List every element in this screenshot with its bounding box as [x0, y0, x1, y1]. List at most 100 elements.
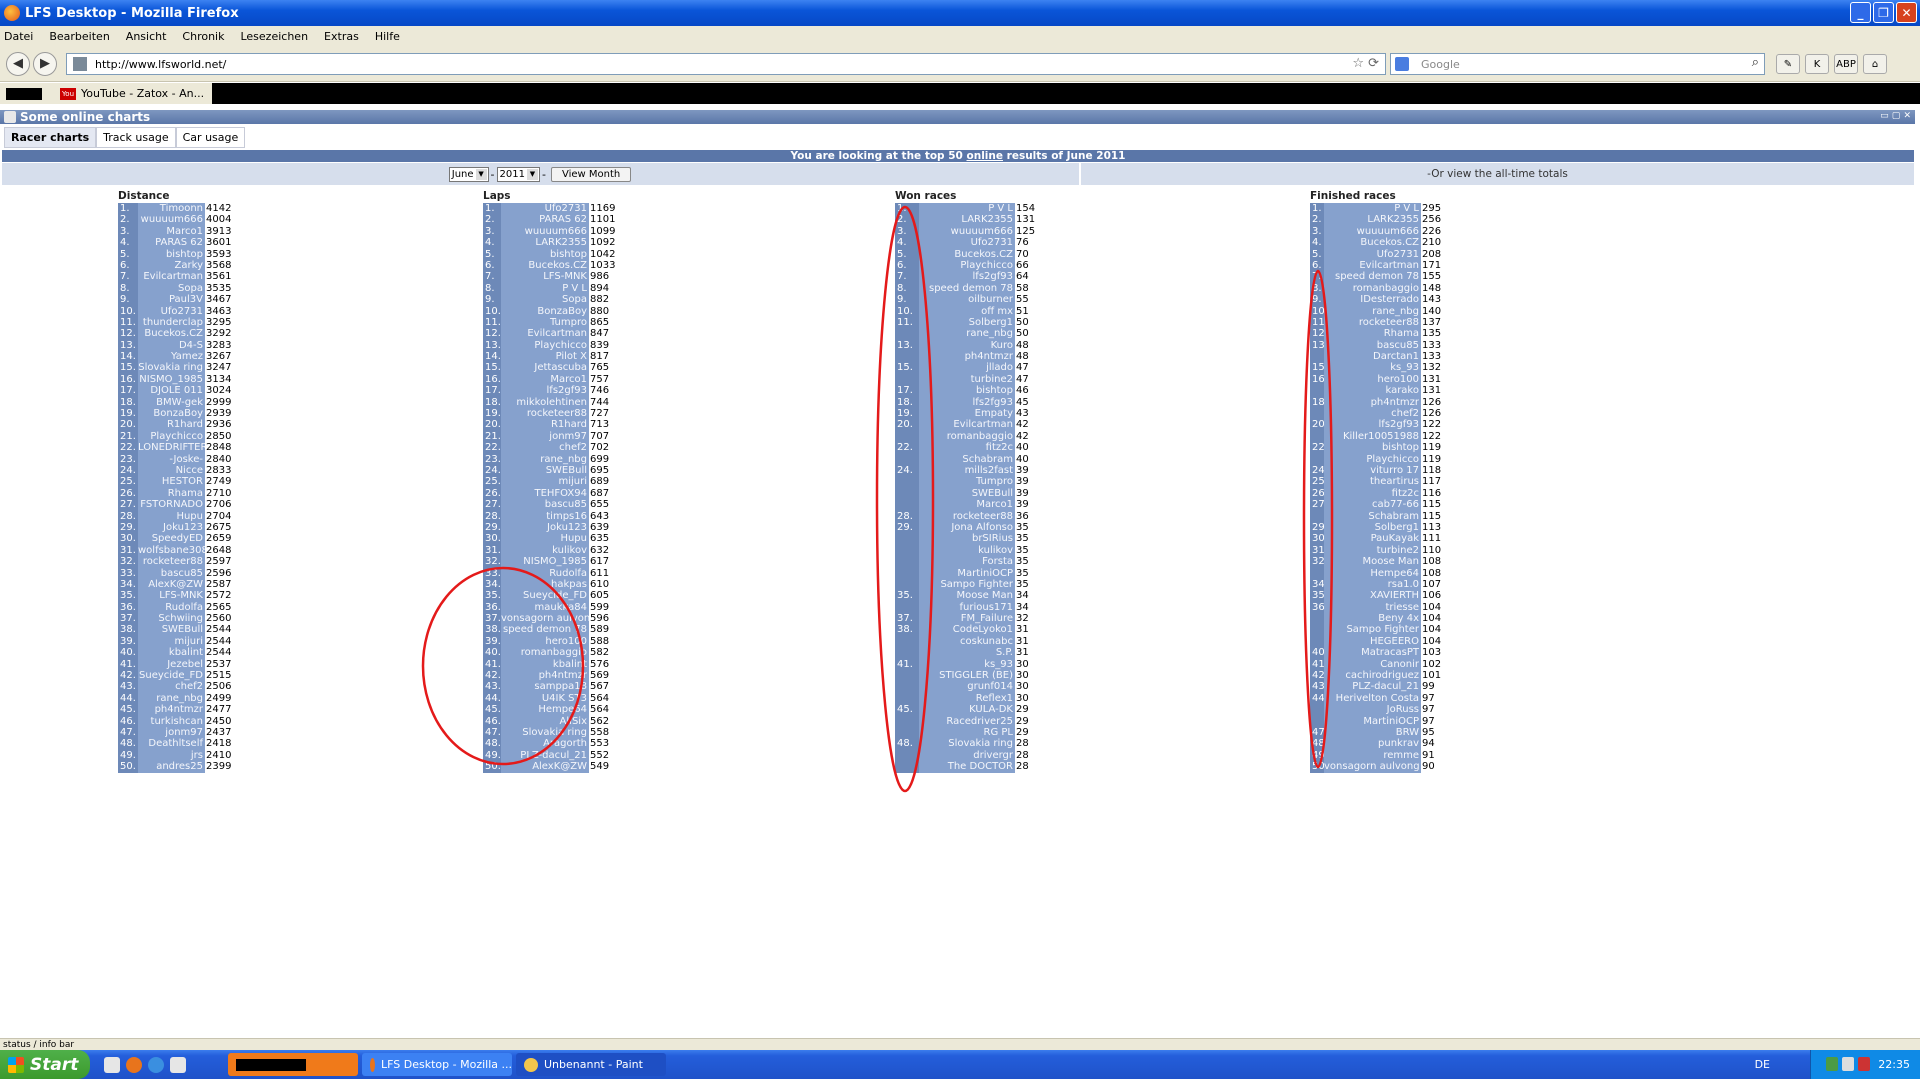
adblock-icon[interactable]: ABP	[1834, 54, 1858, 74]
racer-name-link[interactable]: PLZ-dacul_21	[501, 749, 589, 762]
racer-name-link[interactable]: ks_93	[919, 658, 1015, 671]
racer-name-link[interactable]: fitz2c	[1324, 487, 1421, 500]
racer-name-link[interactable]: Slovakia ring	[501, 726, 589, 739]
racer-name-link[interactable]: MartiniOCP	[919, 567, 1015, 579]
racer-name-link[interactable]: Ufo2731	[501, 203, 589, 215]
racer-name-link[interactable]: jonm97	[138, 726, 205, 739]
menu-ansicht[interactable]: Ansicht	[126, 30, 167, 43]
racer-name-link[interactable]: Slovakia ring	[919, 738, 1015, 750]
racer-name-link[interactable]: Sampo Fighter	[1324, 624, 1421, 636]
racer-name-link[interactable]: kulikov	[919, 544, 1015, 557]
racer-name-link[interactable]: thunderclap	[138, 316, 205, 329]
minimize-button[interactable]: _	[1850, 2, 1871, 23]
racer-name-link[interactable]: AlexK@ZW	[138, 578, 205, 591]
racer-name-link[interactable]: BonzaBoy	[138, 408, 205, 420]
racer-name-link[interactable]: Solberg1	[1324, 521, 1421, 534]
racer-name-link[interactable]: wuuuum666	[919, 225, 1015, 238]
racer-name-link[interactable]: NISMO_1985	[501, 556, 589, 568]
racer-name-link[interactable]: turbine2	[919, 373, 1015, 386]
racer-name-link[interactable]: Forsta	[919, 556, 1015, 568]
racer-name-link[interactable]: mijuri	[138, 635, 205, 648]
racer-name-link[interactable]: Nicce	[138, 464, 205, 477]
racer-name-link[interactable]: lfs2fg93	[919, 396, 1015, 409]
racer-name-link[interactable]: FM_Failure	[919, 613, 1015, 625]
maximize-button[interactable]: ❐	[1873, 2, 1894, 23]
racer-name-link[interactable]: LARK2355	[501, 237, 589, 249]
racer-name-link[interactable]: triesse	[1324, 601, 1421, 614]
racer-name-link[interactable]: bascu85	[1324, 339, 1421, 352]
racer-name-link[interactable]: U4IK ST3	[501, 692, 589, 705]
racer-name-link[interactable]: Marco1	[919, 499, 1015, 511]
tab-track-usage[interactable]: Track usage	[96, 127, 176, 148]
racer-name-link[interactable]: Zarky	[138, 259, 205, 272]
volume-icon[interactable]	[1842, 1057, 1854, 1071]
menu-datei[interactable]: Datei	[4, 30, 33, 43]
racer-name-link[interactable]: AllSix	[501, 715, 589, 727]
racer-name-link[interactable]: P V L	[1324, 203, 1421, 215]
racer-name-link[interactable]: PARAS 62	[138, 237, 205, 249]
racer-name-link[interactable]: wuuuum666	[138, 214, 205, 226]
menu-lesezeichen[interactable]: Lesezeichen	[240, 30, 308, 43]
racer-name-link[interactable]: bishtop	[501, 248, 589, 260]
racer-name-link[interactable]: Pilot X	[501, 351, 589, 363]
explorer-icon[interactable]	[170, 1056, 186, 1073]
bookmark-icon[interactable]: K	[1805, 54, 1829, 74]
racer-name-link[interactable]: Moose Man	[1324, 556, 1421, 568]
racer-name-link[interactable]: Timoonn	[138, 203, 205, 215]
racer-name-link[interactable]: Killer10051988	[1324, 430, 1421, 443]
racer-name-link[interactable]: R1hard	[138, 419, 205, 431]
racer-name-link[interactable]: Hupu	[138, 510, 205, 522]
racer-name-link[interactable]: Evilcartman	[501, 328, 589, 340]
racer-name-link[interactable]: BonzaBoy	[501, 305, 589, 317]
racer-name-link[interactable]: mills2fast	[919, 464, 1015, 477]
racer-name-link[interactable]: JoRuss	[1324, 704, 1421, 716]
racer-name-link[interactable]: Canonir	[1324, 658, 1421, 671]
racer-name-link[interactable]: Moose Man	[919, 590, 1015, 602]
racer-name-link[interactable]: LFS-MNK	[501, 271, 589, 283]
month-select[interactable]: June	[448, 166, 489, 182]
racer-name-link[interactable]: Sueycide_FD	[501, 590, 589, 602]
bookmark-redacted[interactable]	[0, 83, 52, 104]
racer-name-link[interactable]: rane_nbg	[919, 328, 1015, 340]
racer-name-link[interactable]: Rhama	[138, 487, 205, 500]
racer-name-link[interactable]: turkishcan	[138, 715, 205, 727]
racer-name-link[interactable]: remme	[1324, 749, 1421, 762]
racer-name-link[interactable]: rocketeer88	[1324, 316, 1421, 329]
ie-icon[interactable]	[148, 1056, 164, 1073]
racer-name-link[interactable]: CodeLyoko1	[919, 624, 1015, 636]
racer-name-link[interactable]: bascu85	[138, 567, 205, 579]
racer-name-link[interactable]: The DOCTOR	[919, 761, 1015, 773]
racer-name-link[interactable]: chef2	[138, 681, 205, 693]
panel-controls-icon[interactable]: ▭ ▢ ✕	[1880, 111, 1911, 121]
search-icon[interactable]: ⌕	[1752, 55, 1759, 70]
racer-name-link[interactable]: punkrav	[1324, 738, 1421, 750]
racer-name-link[interactable]: Schabram	[919, 453, 1015, 465]
racer-name-link[interactable]: SpeedyED	[138, 533, 205, 545]
racer-name-link[interactable]: S.P.	[919, 647, 1015, 659]
racer-name-link[interactable]: Sopa	[501, 294, 589, 306]
racer-name-link[interactable]: Hempe64	[1324, 567, 1421, 579]
racer-name-link[interactable]: Ufo2731	[1324, 248, 1421, 260]
desktop-icon[interactable]	[104, 1056, 120, 1073]
racer-name-link[interactable]: jrs	[138, 749, 205, 762]
alltime-link[interactable]: -Or view the all-time totals	[1079, 163, 1914, 185]
url-bar[interactable]: http://www.lfsworld.net/ ☆ ⟳	[66, 53, 1386, 75]
racer-name-link[interactable]: rsa1.0	[1324, 578, 1421, 591]
racer-name-link[interactable]: kbalint	[138, 647, 205, 659]
racer-name-link[interactable]: rane_nbg	[138, 692, 205, 705]
racer-name-link[interactable]: Yamez	[138, 351, 205, 363]
racer-name-link[interactable]: Jona Alfonso	[919, 521, 1015, 534]
racer-name-link[interactable]: P V L	[501, 282, 589, 295]
firefox-quick-icon[interactable]	[126, 1056, 142, 1073]
home-icon[interactable]: ⌂	[1863, 54, 1887, 74]
racer-name-link[interactable]: Sueycide_FD	[138, 670, 205, 682]
racer-name-link[interactable]: Aragorth	[501, 738, 589, 750]
racer-name-link[interactable]: BRW	[1324, 726, 1421, 739]
racer-name-link[interactable]: samppa18	[501, 681, 589, 693]
racer-name-link[interactable]: drivergr	[919, 749, 1015, 762]
racer-name-link[interactable]: rocketeer88	[501, 408, 589, 420]
racer-name-link[interactable]: LONEDRIFTER	[138, 442, 205, 454]
racer-name-link[interactable]: wuuuum666	[1324, 225, 1421, 238]
racer-name-link[interactable]: Hempe64	[501, 704, 589, 716]
year-select[interactable]: 2011	[496, 166, 540, 182]
